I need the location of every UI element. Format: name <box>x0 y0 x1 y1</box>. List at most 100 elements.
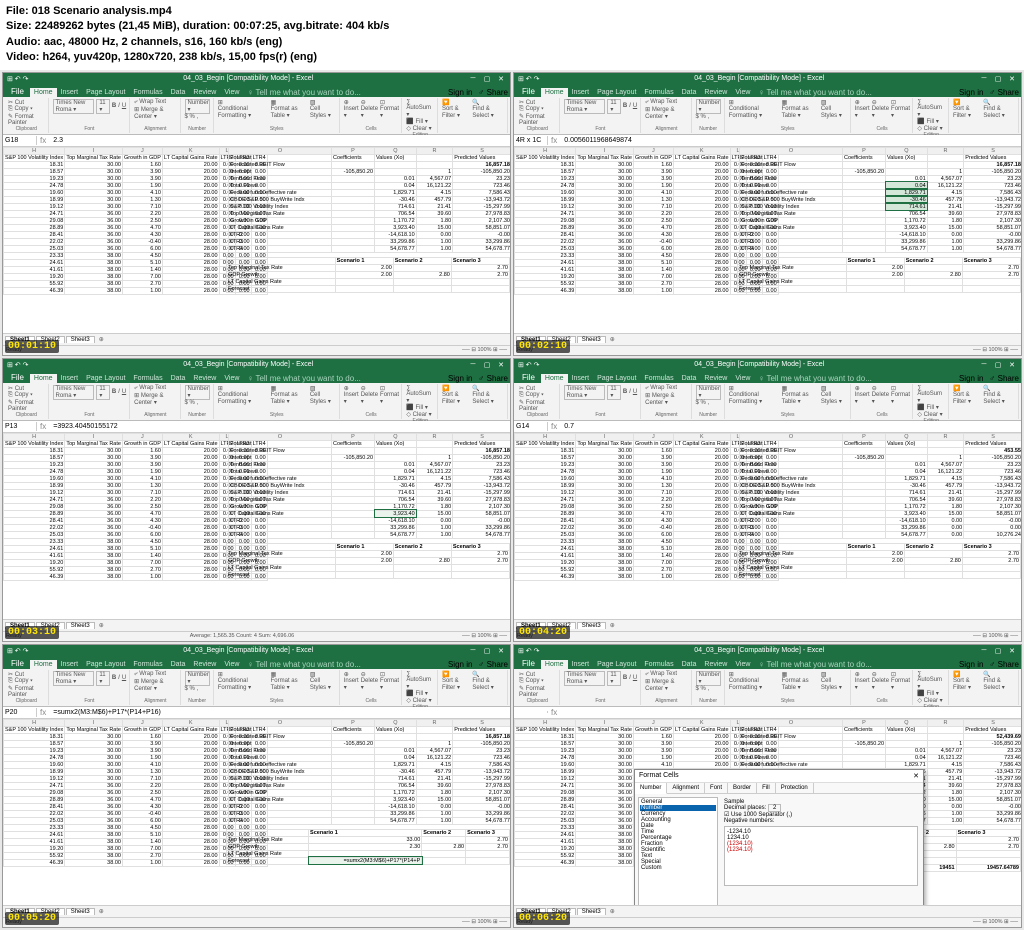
data-cell[interactable]: 20.00 <box>162 468 219 475</box>
ribbon-tab-formulas[interactable]: Formulas <box>129 660 166 669</box>
data-cell[interactable]: 19.12 <box>515 775 576 782</box>
ribbon-tab-review[interactable]: Review <box>700 88 731 97</box>
scenario-cell[interactable]: 2.70 <box>451 271 509 278</box>
data-cell[interactable]: 38.00 <box>576 287 634 294</box>
name-box[interactable] <box>514 711 548 713</box>
data-cell[interactable]: 36.00 <box>65 782 123 789</box>
data-cell[interactable]: 20.00 <box>673 489 730 496</box>
data-cell[interactable]: 38.00 <box>65 252 123 259</box>
insert-cell-button[interactable]: ⊕Insert ▾ <box>855 99 870 119</box>
data-cell[interactable]: 18.57 <box>515 740 576 747</box>
data-cell[interactable]: 22.02 <box>4 524 65 531</box>
col-header[interactable]: K <box>673 147 730 154</box>
find-select-button[interactable]: 🔍Find & Select ▾ <box>472 99 504 119</box>
file-tab[interactable]: File <box>5 658 30 669</box>
data-cell[interactable]: 20.00 <box>162 203 219 210</box>
formula-bar[interactable] <box>560 708 1021 717</box>
data-cell[interactable]: 18.99 <box>515 482 576 489</box>
data-cell[interactable]: 24.78 <box>4 182 65 189</box>
close-icon[interactable]: ✕ <box>1007 75 1017 83</box>
scenario-cell[interactable]: 2.00 <box>846 271 904 278</box>
tell-me-field[interactable]: ♀ Tell me what you want to do... <box>247 88 360 97</box>
cut-button[interactable]: ✂ Cut <box>8 99 45 106</box>
data-cell[interactable]: 28.41 <box>515 231 576 238</box>
scenario-cell[interactable] <box>466 850 510 857</box>
formula-bar[interactable] <box>49 136 510 145</box>
fill-button[interactable]: ⬛ Fill ▾ <box>917 404 945 411</box>
ribbon-tab-review[interactable]: Review <box>189 660 220 669</box>
insert-cell-button[interactable]: ⊕Insert ▾ <box>855 385 870 405</box>
bold-icon[interactable]: B <box>112 675 116 681</box>
data-cell[interactable]: 28.00 <box>162 782 219 789</box>
data-cell[interactable]: 20.00 <box>673 475 730 482</box>
insert-cell-button[interactable]: ⊕Insert ▾ <box>855 671 870 691</box>
scenario-cell[interactable]: Forecast <box>227 857 309 864</box>
sort-filter-button[interactable]: 🔽Sort & Filter ▾ <box>442 385 470 405</box>
data-cell[interactable]: 30.00 <box>65 733 123 740</box>
formula-bar[interactable] <box>49 708 510 717</box>
minimize-icon[interactable]: ─ <box>468 361 478 369</box>
data-cell[interactable]: 28.89 <box>515 796 576 803</box>
ribbon-tab-insert[interactable]: Insert <box>57 374 83 383</box>
zoom-controls[interactable]: ── ⊟ 100% ⊞ ── <box>973 633 1018 639</box>
col-header[interactable]: H <box>4 147 65 154</box>
data-cell[interactable]: 30.00 <box>576 189 634 196</box>
merge-center-button[interactable]: ⊞ Merge & Center ▾ <box>645 678 687 692</box>
data-cell[interactable]: 30.00 <box>65 461 123 468</box>
data-cell[interactable]: 20.00 <box>673 182 730 189</box>
data-cell[interactable]: 28.00 <box>673 552 730 559</box>
data-cell[interactable]: 18.31 <box>4 161 65 168</box>
data-cell[interactable]: 1.30 <box>122 196 162 203</box>
data-cell[interactable]: 28.00 <box>673 510 730 517</box>
data-cell[interactable]: 3.90 <box>122 454 162 461</box>
wrap-text-button[interactable]: ⤶ Wrap Text <box>645 99 687 106</box>
data-cell[interactable]: 38.00 <box>576 538 634 545</box>
data-cell[interactable]: 28.00 <box>162 545 219 552</box>
close-icon[interactable]: ✕ <box>496 647 506 655</box>
tell-me-field[interactable]: ♀ Tell me what you want to do... <box>247 660 360 669</box>
data-cell[interactable]: 20.00 <box>673 454 730 461</box>
data-cell[interactable]: 38.00 <box>576 559 634 566</box>
data-cell[interactable]: 19.23 <box>4 747 65 754</box>
data-cell[interactable]: 36.00 <box>576 796 634 803</box>
delete-cell-button[interactable]: ⊖Delete ▾ <box>361 671 378 691</box>
data-cell[interactable]: 1.30 <box>633 482 673 489</box>
data-cell[interactable]: 28.00 <box>673 517 730 524</box>
data-cell[interactable]: 28.41 <box>4 517 65 524</box>
data-cell[interactable]: 28.00 <box>162 231 219 238</box>
minimize-icon[interactable]: ─ <box>979 361 989 369</box>
data-cell[interactable]: 19.20 <box>515 845 576 852</box>
scenario-cell[interactable]: 2.00 <box>846 550 904 557</box>
scenario-cell[interactable]: 2.00 <box>335 264 393 271</box>
data-cell[interactable]: 3.90 <box>633 168 673 175</box>
cond-format-button[interactable]: ⊞Conditional Formatting ▾ <box>218 99 269 119</box>
data-cell[interactable]: 41.61 <box>4 266 65 273</box>
font-size-dropdown[interactable]: 11 ▾ <box>96 385 110 400</box>
quick-access-icons[interactable]: ⊞ ↶ ↷ <box>7 361 29 369</box>
data-cell[interactable]: 46.39 <box>515 573 576 580</box>
data-cell[interactable]: 28.00 <box>673 259 730 266</box>
data-cell[interactable]: 2.20 <box>122 782 162 789</box>
name-box[interactable]: P20 <box>3 708 37 717</box>
ribbon-tab-view[interactable]: View <box>731 660 754 669</box>
data-cell[interactable]: 24.71 <box>515 496 576 503</box>
data-cell[interactable]: 36.00 <box>576 810 634 817</box>
data-cell[interactable]: 28.00 <box>673 545 730 552</box>
category-list[interactable]: GeneralNumberCurrencyAccountingDateTimeP… <box>638 797 718 905</box>
fmt-table-button[interactable]: ▦Format as Table ▾ <box>782 99 819 119</box>
spreadsheet-area[interactable]: HIJKLMNS&P 100 Volatility IndexTop Margi… <box>514 719 1021 905</box>
data-cell[interactable]: 4.50 <box>122 824 162 831</box>
data-cell[interactable]: 25.03 <box>515 531 576 538</box>
fmt-table-button[interactable]: ▦Format as Table ▾ <box>782 385 819 405</box>
scenario-cell[interactable] <box>335 571 393 578</box>
data-cell[interactable]: 28.00 <box>162 287 219 294</box>
data-cell[interactable]: 20.00 <box>673 747 730 754</box>
data-cell[interactable]: 30.00 <box>65 189 123 196</box>
data-cell[interactable]: 38.00 <box>576 273 634 280</box>
scenario-cell[interactable] <box>846 278 904 285</box>
sheet-tab-sheet3[interactable]: Sheet3 <box>577 336 606 343</box>
sign-in-link[interactable]: Sign in <box>448 88 472 97</box>
font-size-dropdown[interactable]: 11 ▾ <box>607 671 621 686</box>
data-cell[interactable]: 30.00 <box>576 161 634 168</box>
col-header[interactable]: H <box>515 719 576 726</box>
